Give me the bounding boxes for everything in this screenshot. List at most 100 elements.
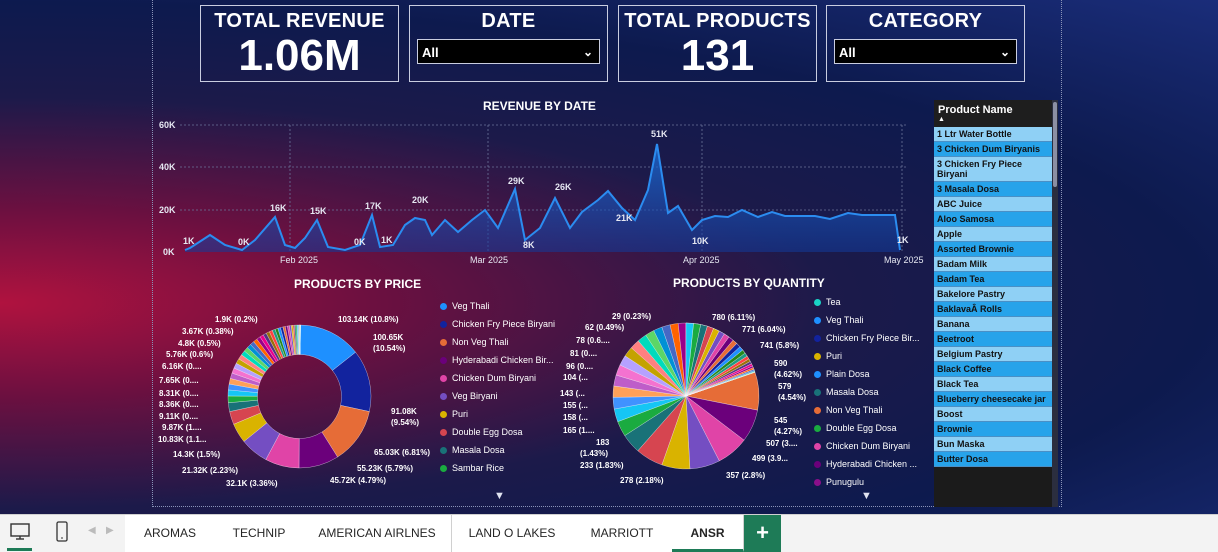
table-row[interactable]: Apple (934, 227, 1052, 242)
legend-item[interactable]: Veg Biryani (440, 387, 555, 405)
data-label: 45.72K (4.79%) (330, 476, 386, 485)
data-label: 91.08K (391, 407, 417, 416)
legend-item[interactable]: Chicken Dum Biryani (440, 369, 555, 387)
table-row[interactable]: Butter Dosa (934, 452, 1052, 467)
data-label: 5.76K (0.6%) (166, 350, 213, 359)
data-label: 26K (555, 182, 572, 192)
tab-land-o-lakes[interactable]: LAND O LAKES (452, 515, 573, 552)
scrollbar-thumb[interactable] (1053, 102, 1057, 187)
total-revenue-card: TOTAL REVENUE 1.06M (200, 5, 399, 82)
legend-item[interactable]: Chicken Fry Piece Biryani (440, 315, 555, 333)
phone-icon[interactable] (55, 521, 69, 543)
total-revenue-value: 1.06M (201, 33, 398, 79)
legend-item[interactable]: Non Veg Thali (440, 333, 555, 351)
legend-item[interactable]: Veg Thali (814, 311, 920, 329)
chevron-left-icon[interactable]: ◀ (88, 525, 96, 536)
table-row[interactable]: Badam Tea (934, 272, 1052, 287)
data-label: (4.62%) (774, 370, 802, 379)
data-label: 7.65K (0.... (159, 376, 199, 385)
tab-marriott[interactable]: MARRIOTT (572, 515, 673, 552)
table-row[interactable]: Banana (934, 317, 1052, 332)
date-slicer: DATE All ⌄ (409, 5, 608, 82)
legend-label: Veg Thali (452, 301, 489, 311)
legend-marker (814, 389, 821, 396)
legend-item[interactable]: Veg Thali (440, 297, 555, 315)
legend-marker (440, 429, 447, 436)
table-row[interactable]: Belgium Pastry (934, 347, 1052, 362)
legend-label: Plain Dosa (826, 369, 870, 379)
legend-item[interactable]: Chicken Dum Biryani (814, 437, 920, 455)
table-row[interactable]: Black Coffee (934, 362, 1052, 377)
table-row[interactable]: 3 Chicken Fry Piece Biryani (934, 157, 1052, 182)
table-row[interactable]: Brownie (934, 422, 1052, 437)
table-row[interactable]: Blueberry cheesecake jar (934, 392, 1052, 407)
legend-item[interactable]: Masala Dosa (814, 383, 920, 401)
qty-pie-chart[interactable] (612, 322, 760, 470)
legend-item[interactable]: Puri (814, 347, 920, 365)
table-row[interactable]: 1 Ltr Water Bottle (934, 127, 1052, 142)
legend-marker (440, 303, 447, 310)
revenue-area-chart[interactable] (180, 120, 910, 256)
date-dropdown[interactable]: All ⌄ (417, 39, 600, 64)
legend-item[interactable]: Hyderabadi Chicken Bir... (440, 351, 555, 369)
table-row[interactable]: BaklavaÂ Rolls (934, 302, 1052, 317)
data-label: 507 (3.... (766, 439, 798, 448)
table-row[interactable]: Bakelore Pastry (934, 287, 1052, 302)
legend-item[interactable]: Puri (440, 405, 555, 423)
table-scrollbar[interactable] (1052, 100, 1058, 507)
legend-item[interactable]: Hyderabadi Chicken ... (814, 455, 920, 473)
data-label: 499 (3.9... (752, 454, 788, 463)
legend-item[interactable]: Masala Dosa (440, 441, 555, 459)
category-slicer: CATEGORY All ⌄ (826, 5, 1025, 82)
legend-scroll-down-icon[interactable]: ▼ (494, 490, 505, 502)
category-dropdown[interactable]: All ⌄ (834, 39, 1017, 64)
legend-label: Non Veg Thali (826, 405, 882, 415)
legend-item[interactable]: Punugulu (814, 473, 920, 491)
table-row[interactable]: Assorted Brownie (934, 242, 1052, 257)
x-tick: Feb 2025 (280, 255, 318, 265)
chevron-down-icon: ⌄ (583, 40, 593, 65)
data-label: 771 (6.04%) (742, 325, 786, 334)
table-row[interactable]: Boost (934, 407, 1052, 422)
x-tick: Apr 2025 (683, 255, 720, 265)
y-tick: 20K (159, 205, 176, 215)
legend-item[interactable]: Tea (814, 293, 920, 311)
legend-label: Veg Biryani (452, 391, 498, 401)
legend-item[interactable]: Double Egg Dosa (814, 419, 920, 437)
legend-item[interactable]: Non Veg Thali (814, 401, 920, 419)
tab-american-airlnes[interactable]: AMERICAN AIRLNES (303, 515, 452, 552)
data-label: 21K (616, 213, 633, 223)
data-label: 8.31K (0.... (159, 389, 199, 398)
table-row[interactable]: ABC Juice (934, 197, 1052, 212)
table-row[interactable]: 3 Masala Dosa (934, 182, 1052, 197)
legend-label: Veg Thali (826, 315, 863, 325)
tab-technip[interactable]: TECHNIP (215, 515, 304, 552)
table-row[interactable]: Beetroot (934, 332, 1052, 347)
legend-scroll-down-icon[interactable]: ▼ (861, 490, 872, 502)
table-row[interactable]: Bun Maska (934, 437, 1052, 452)
legend-item[interactable]: Double Egg Dosa (440, 423, 555, 441)
data-label: 9.11K (0.... (159, 412, 198, 421)
table-row[interactable]: Badam Milk (934, 257, 1052, 272)
desktop-icon[interactable] (10, 522, 30, 542)
add-page-button[interactable]: + (744, 515, 781, 552)
table-row[interactable]: 3 Chicken Dum Biryanis (934, 142, 1052, 157)
pie-slice[interactable] (300, 325, 301, 355)
tab-ansr[interactable]: ANSR (672, 515, 744, 552)
tab-aromas[interactable]: AROMAS (125, 515, 216, 552)
table-row[interactable]: Aloo Samosa (934, 212, 1052, 227)
legend-label: Tea (826, 297, 841, 307)
data-label: 8K (523, 240, 535, 250)
price-legend: Veg Thali Chicken Fry Piece Biryani Non Ve… (440, 297, 555, 477)
table-header[interactable]: Product Name ▲ (934, 100, 1052, 127)
legend-label: Non Veg Thali (452, 337, 508, 347)
legend-item[interactable]: Chicken Fry Piece Bir... (814, 329, 920, 347)
legend-item[interactable]: Sambar Rice (440, 459, 555, 477)
data-label: 10.83K (1.1... (158, 435, 206, 444)
legend-item[interactable]: Plain Dosa (814, 365, 920, 383)
chevron-right-icon[interactable]: ▶ (106, 525, 114, 536)
table-row[interactable]: Black Tea (934, 377, 1052, 392)
price-donut-chart[interactable] (227, 324, 372, 469)
table-body: 1 Ltr Water Bottle3 Chicken Dum Biryanis… (934, 127, 1052, 467)
product-name-table[interactable]: Product Name ▲ 1 Ltr Water Bottle3 Chick… (934, 100, 1052, 507)
